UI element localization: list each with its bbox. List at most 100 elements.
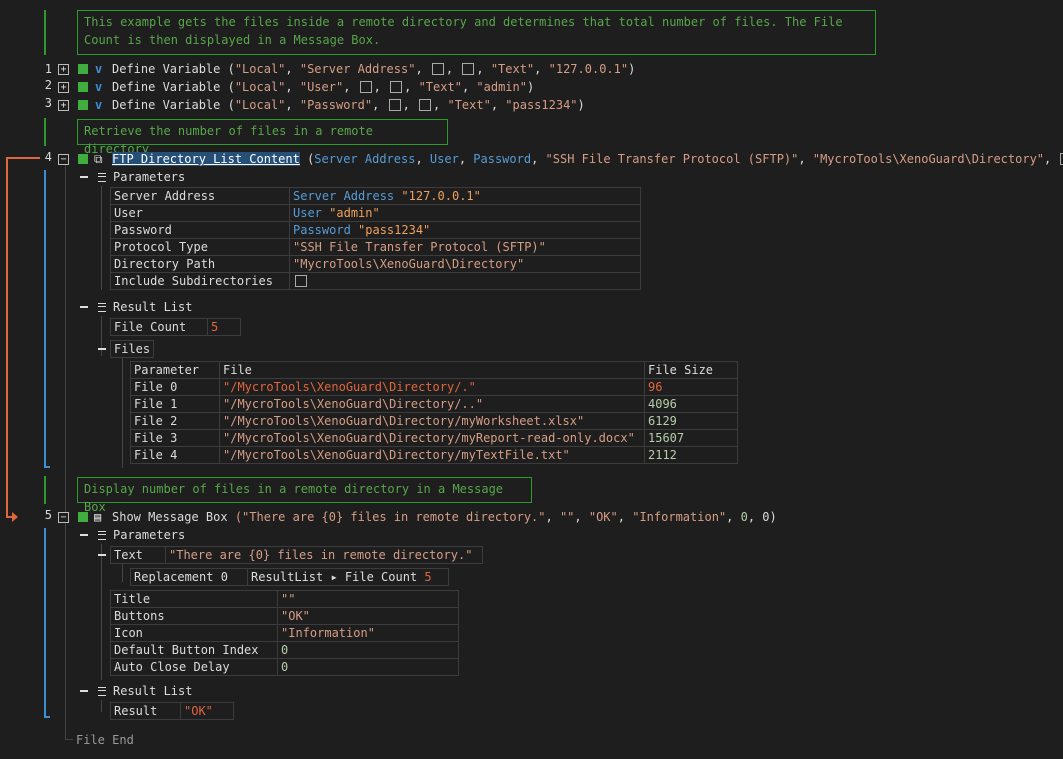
param-cell: File 0 (130, 378, 220, 396)
checkbox[interactable] (431, 63, 444, 75)
checkbox[interactable] (390, 81, 403, 93)
column-header[interactable]: Parameter (130, 361, 220, 379)
param-value[interactable]: "SSH File Transfer Protocol (SFTP)" (289, 238, 641, 256)
collapse-icon[interactable] (98, 554, 106, 556)
collapse-icon[interactable] (80, 690, 88, 692)
checkbox[interactable] (462, 63, 475, 75)
file-cell[interactable]: "/MycroTools\XenoGuard\Directory/myTextF… (219, 446, 645, 464)
collapse-icon[interactable] (98, 348, 106, 350)
file-cell[interactable]: "/MycroTools\XenoGuard\Directory/.." (219, 395, 645, 413)
checkbox[interactable] (419, 99, 432, 111)
define-variable-line-2[interactable]: Define Variable ("Local", "User", , , "T… (112, 78, 534, 96)
msg-parameters-table: Title "" Buttons "OK" Icon "Information" De… (110, 590, 459, 676)
table-row[interactable]: File 1 "/MycroTools\XenoGuard\Directory/.… (130, 395, 738, 413)
line-number: 3 (44, 96, 52, 110)
param-row[interactable]: User User "admin" (110, 204, 641, 222)
checkbox[interactable] (359, 81, 372, 93)
param-row[interactable]: Auto Close Delay 0 (110, 658, 459, 676)
include-subdirectories-checkbox[interactable] (295, 275, 307, 287)
param-row[interactable]: Icon "Information" (110, 624, 459, 642)
param-key: Auto Close Delay (110, 658, 278, 676)
collapse-icon[interactable] (80, 534, 88, 536)
show-message-box-line[interactable]: Show Message Box ("There are {0} files i… (112, 508, 777, 526)
define-variable-line-1[interactable]: Define Variable ("Local", "Server Addres… (112, 60, 635, 78)
param-row[interactable]: Default Button Index 0 (110, 641, 459, 659)
param-value[interactable]: "Information" (277, 624, 459, 642)
table-row[interactable]: File 4 "/MycroTools\XenoGuard\Directory/m… (130, 446, 738, 464)
outer-gutter-line (65, 160, 66, 740)
param-value[interactable]: User "admin" (289, 204, 641, 222)
collapse-icon[interactable] (80, 306, 88, 308)
collapse-button[interactable]: − (58, 154, 69, 165)
table-row[interactable]: File 3 "/MycroTools\XenoGuard\Directory/m… (130, 429, 738, 447)
table-row[interactable]: File 0 "/MycroTools\XenoGuard\Directory/.… (130, 378, 738, 396)
file-cell[interactable]: "/MycroTools\XenoGuard\Directory/myWorks… (219, 412, 645, 430)
table-row[interactable]: File 2 "/MycroTools\XenoGuard\Directory/m… (130, 412, 738, 430)
checkbox[interactable] (388, 99, 401, 111)
outer-gutter-corner (65, 739, 73, 740)
tree-line (101, 544, 102, 680)
comment-bracket (44, 118, 46, 146)
ftp-directory-list-line[interactable]: FTP Directory List Content (Server Addre… (112, 150, 1063, 168)
enabled-indicator[interactable] (78, 82, 88, 92)
expand-button[interactable]: + (58, 100, 69, 111)
param-value[interactable]: "There are {0} files in remote directory… (165, 546, 483, 564)
param-value[interactable]: Password "pass1234" (289, 221, 641, 239)
size-cell[interactable]: 6129 (644, 412, 738, 430)
jump-arrow-top (6, 157, 40, 159)
size-cell[interactable]: 15607 (644, 429, 738, 447)
expand-button[interactable]: + (58, 64, 69, 75)
param-value[interactable]: "" (277, 590, 459, 608)
param-key: Password (110, 221, 290, 239)
param-key: Replacement 0 (130, 568, 248, 586)
param-value[interactable] (289, 272, 641, 290)
collapse-button[interactable]: − (58, 512, 69, 523)
result-value[interactable]: "OK" (180, 702, 234, 720)
file-cell[interactable]: "/MycroTools\XenoGuard\Directory/myRepor… (219, 429, 645, 447)
files-label[interactable]: Files (110, 340, 155, 358)
param-value[interactable]: "OK" (277, 607, 459, 625)
message-box-icon: ▤ (94, 510, 102, 524)
enabled-indicator[interactable] (78, 64, 88, 74)
param-row[interactable]: Password Password "pass1234" (110, 221, 641, 239)
param-value[interactable]: ResultList ▸ File Count 5 (247, 568, 449, 586)
jump-arrow-line (6, 157, 8, 517)
size-cell[interactable]: 4096 (644, 395, 738, 413)
comment-block[interactable]: Retrieve the number of files in a remote… (77, 119, 448, 156)
comment-block[interactable]: Display number of files in a remote dire… (77, 477, 532, 514)
param-row[interactable]: Text "There are {0} files in remote direc… (110, 546, 483, 564)
replacement-row: Replacement 0 ResultList ▸ File Count 5 (130, 568, 449, 586)
size-cell[interactable]: 96 (644, 378, 738, 396)
param-row[interactable]: Title "" (110, 590, 459, 608)
param-row[interactable]: Buttons "OK" (110, 607, 459, 625)
ftp-parameters-table: Server Address Server Address "127.0.0.1"… (110, 187, 641, 290)
expand-button[interactable]: + (58, 82, 69, 93)
file-cell[interactable]: "/MycroTools\XenoGuard\Directory/." (219, 378, 645, 396)
comment-block[interactable]: This example gets the files inside a rem… (77, 10, 876, 55)
param-row[interactable]: Replacement 0 ResultList ▸ File Count 5 (130, 568, 449, 586)
size-cell[interactable]: 2112 (644, 446, 738, 464)
column-header[interactable]: File Size (644, 361, 738, 379)
param-value[interactable]: 0 (277, 658, 459, 676)
enabled-indicator[interactable] (78, 154, 88, 164)
tree-line (101, 186, 102, 290)
enabled-indicator[interactable] (78, 100, 88, 110)
collapse-icon[interactable] (80, 176, 88, 178)
param-row[interactable]: Server Address Server Address "127.0.0.1" (110, 187, 641, 205)
param-key: Include Subdirectories (110, 272, 290, 290)
text-param-row: Text "There are {0} files in remote direc… (110, 546, 483, 564)
comment-bracket (44, 476, 46, 504)
param-key: Title (110, 590, 278, 608)
param-row[interactable]: Result "OK" (110, 702, 234, 720)
column-header[interactable]: File (219, 361, 645, 379)
define-variable-line-3[interactable]: Define Variable ("Local", "Password", , … (112, 96, 585, 114)
result-row[interactable]: File Count 5 (110, 318, 241, 336)
file-count-value[interactable]: 5 (207, 318, 241, 336)
param-row[interactable]: Protocol Type "SSH File Transfer Protocol… (110, 238, 641, 256)
enabled-indicator[interactable] (78, 512, 88, 522)
param-value[interactable]: Server Address "127.0.0.1" (289, 187, 641, 205)
param-row[interactable]: Include Subdirectories (110, 272, 641, 290)
param-value[interactable]: "MycroTools\XenoGuard\Directory" (289, 255, 641, 273)
param-value[interactable]: 0 (277, 641, 459, 659)
param-row[interactable]: Directory Path "MycroTools\XenoGuard\Dire… (110, 255, 641, 273)
